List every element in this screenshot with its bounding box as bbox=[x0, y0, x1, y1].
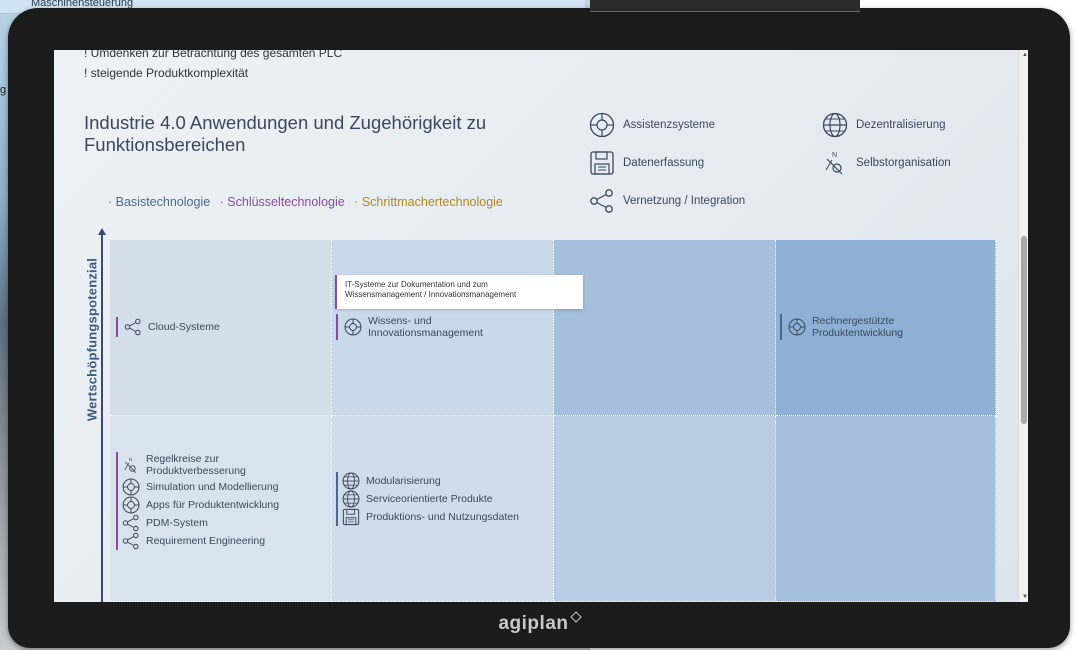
item-cloud-systeme[interactable]: Cloud-Systeme bbox=[116, 317, 220, 337]
item-requirement-engineering[interactable]: Requirement Engineering bbox=[122, 532, 326, 550]
compass-icon: N bbox=[822, 150, 848, 176]
item-label: Produktions- und Nutzungsdaten bbox=[366, 511, 519, 523]
steering-wheel-icon bbox=[344, 318, 362, 336]
category-label: Vernetzung / Integration bbox=[623, 195, 746, 207]
grid-cell-r1-c3 bbox=[776, 416, 996, 602]
globe-icon bbox=[822, 112, 848, 138]
category-dezentralisierung: Dezentralisierung bbox=[822, 112, 946, 138]
tech-indicator-bar bbox=[336, 314, 338, 340]
page-title: Industrie 4.0 Anwendungen und Zugehörigk… bbox=[84, 112, 487, 155]
item-label: Rechnergestützte Produktentwicklung bbox=[811, 315, 904, 339]
grid-cell-r0-c2 bbox=[554, 240, 776, 416]
item-label: Cloud-Systeme bbox=[148, 321, 220, 333]
category-label: Selbstorganisation bbox=[856, 157, 951, 169]
brand-name: agiplan bbox=[498, 613, 569, 634]
item-label: Wissens- und Innovationsmanagement bbox=[367, 315, 483, 339]
floppy-disk-icon bbox=[342, 508, 360, 526]
category-selbstorganisation: N Selbstorganisation bbox=[822, 150, 951, 176]
network-icon bbox=[122, 514, 140, 532]
tech-indicator-bar bbox=[336, 472, 338, 526]
item-serviceorientierte-produkte[interactable]: Serviceorientierte Produkte bbox=[342, 490, 546, 508]
network-icon bbox=[122, 532, 140, 550]
category-label: Datenerfassung bbox=[623, 157, 705, 169]
svg-text:N: N bbox=[129, 457, 133, 463]
tooltip: IT-Systeme zur Dokumentation und zum Wis… bbox=[335, 275, 583, 309]
steering-wheel-icon bbox=[788, 318, 806, 336]
item-label: PDM-System bbox=[146, 517, 208, 529]
item-pdm-system[interactable]: PDM-System bbox=[122, 514, 326, 532]
item-label: Modularisierung bbox=[366, 475, 441, 487]
steering-wheel-icon bbox=[589, 112, 615, 138]
steering-wheel-icon bbox=[122, 496, 140, 514]
compass-icon: N bbox=[122, 456, 140, 474]
bullet-1: ! Umdenken zur Betrachtung des gesamten … bbox=[84, 50, 343, 60]
item-label: Regelkreise zur Produktverbesserung bbox=[146, 453, 246, 477]
item-label: Requirement Engineering bbox=[146, 535, 266, 547]
tooltip-line-2: Wissensmanagement / Innovationsmanagemen… bbox=[345, 290, 517, 299]
item-label: Serviceorientierte Produkte bbox=[366, 493, 493, 505]
category-assistenzsysteme: Assistenzsysteme bbox=[589, 112, 715, 138]
tech-indicator-bar bbox=[780, 314, 782, 340]
item-modularisierung[interactable]: Modularisierung bbox=[342, 472, 546, 490]
tech-indicator-bar bbox=[116, 452, 118, 550]
presentation-screen: ! Umdenken zur Betrachtung des gesamten … bbox=[54, 50, 1028, 602]
tooltip-line-1: IT-Systeme zur Dokumentation und zum bbox=[345, 280, 488, 289]
y-axis bbox=[101, 232, 103, 602]
network-icon bbox=[124, 318, 142, 336]
y-axis-label: Wertschöpfungspotenzial bbox=[84, 257, 100, 422]
legend-schrittmacher: · Schrittmachertechnologie bbox=[354, 195, 503, 209]
globe-icon bbox=[342, 490, 360, 508]
steering-wheel-icon bbox=[122, 478, 140, 496]
item-wissens-innovationsmanagement[interactable]: Wissens- und Innovationsmanagement bbox=[336, 314, 516, 340]
category-label: Dezentralisierung bbox=[856, 119, 946, 131]
globe-icon bbox=[342, 472, 360, 490]
item-rechnergestuetzte-produktentwicklung[interactable]: Rechnergestützte Produktentwicklung bbox=[780, 314, 960, 340]
scroll-down-arrow-icon[interactable]: ▼ bbox=[1022, 594, 1028, 600]
item-regelkreise[interactable]: N Regelkreise zur Produktverbesserung bbox=[122, 452, 326, 478]
legend-schluessel: · Schlüsseltechnologie bbox=[219, 195, 345, 209]
category-vernetzung: Vernetzung / Integration bbox=[589, 188, 745, 214]
bullet-2: ! steigende Produktkomplexität bbox=[84, 66, 249, 80]
floppy-disk-icon bbox=[589, 150, 615, 176]
item-group-r1-c1: Modularisierung Serviceorientierte Produ… bbox=[336, 472, 546, 526]
grid-cell-r1-c2 bbox=[554, 416, 776, 602]
tech-indicator-bar bbox=[116, 317, 118, 337]
item-label: Apps für Produktentwicklung bbox=[146, 499, 280, 511]
item-simulation-modellierung[interactable]: Simulation und Modellierung bbox=[122, 478, 326, 496]
legend-basis: · Basistechnologie bbox=[108, 195, 211, 209]
item-apps-produktentwicklung[interactable]: Apps für Produktentwicklung bbox=[122, 496, 326, 514]
brand-diamond-icon bbox=[569, 611, 582, 623]
svg-text:N: N bbox=[832, 152, 837, 159]
category-label: Assistenzsysteme bbox=[623, 119, 716, 131]
scroll-up-arrow-icon[interactable]: ▲ bbox=[1022, 52, 1028, 58]
brand-logo: agiplan bbox=[0, 611, 1078, 635]
network-icon bbox=[589, 188, 615, 214]
item-produktions-nutzungsdaten[interactable]: Produktions- und Nutzungsdaten bbox=[342, 508, 546, 526]
background-side-text: g bbox=[0, 84, 7, 96]
technology-legend: · Basistechnologie · Schlüsseltechnologi… bbox=[108, 195, 509, 209]
item-label: Simulation und Modellierung bbox=[146, 481, 279, 493]
vertical-scrollbar[interactable]: ▲ ▼ bbox=[1018, 50, 1028, 602]
scrollbar-thumb[interactable] bbox=[1021, 236, 1027, 424]
tablet-top-bar bbox=[590, 0, 860, 12]
category-datenerfassung: Datenerfassung bbox=[589, 150, 704, 176]
item-group-r1-c0: N Regelkreise zur Produktverbesserung Si… bbox=[116, 452, 326, 550]
